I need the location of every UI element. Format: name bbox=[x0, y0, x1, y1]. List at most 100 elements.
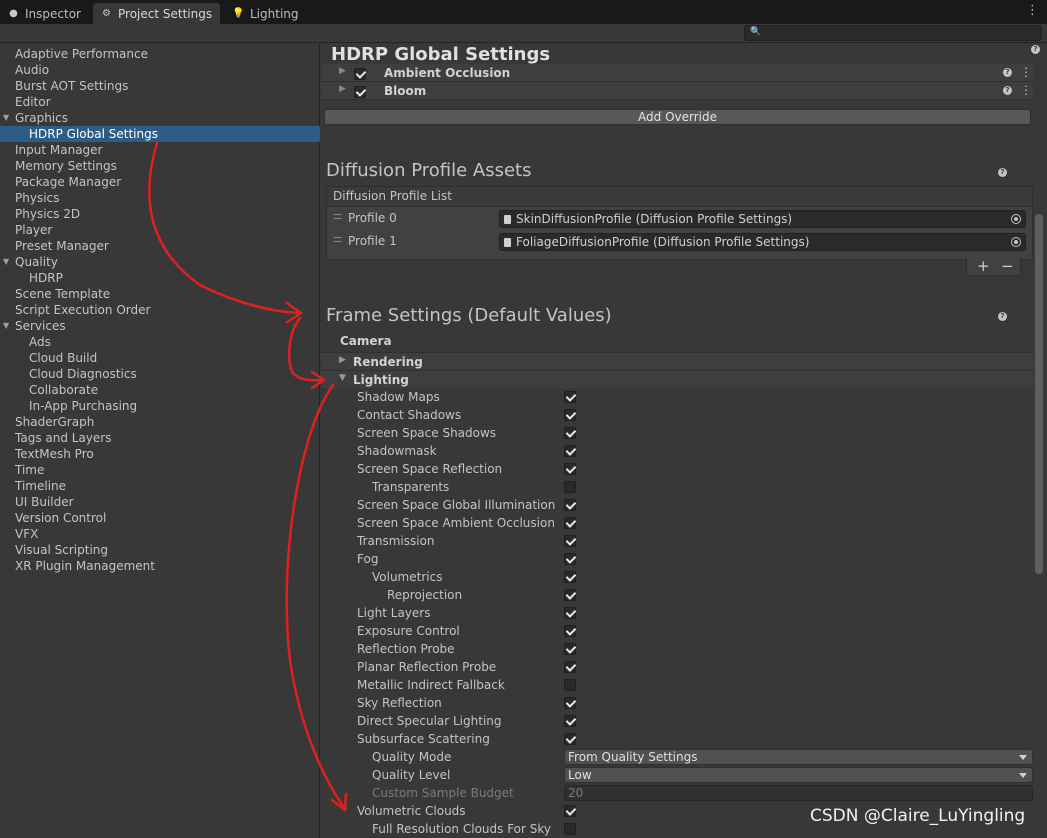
object-picker-icon[interactable] bbox=[1011, 214, 1021, 224]
diffusion-profile-row[interactable]: Profile 0 SkinDiffusionProfile (Diffusio… bbox=[327, 208, 1032, 230]
sidebar-item-graphics[interactable]: ▼ Graphics bbox=[0, 110, 320, 126]
sidebar-item-in-app-purchasing[interactable]: In-App Purchasing bbox=[0, 398, 320, 414]
sidebar-item-time[interactable]: Time bbox=[0, 462, 320, 478]
help-icon[interactable]: ? bbox=[998, 168, 1007, 177]
setting-checkbox[interactable] bbox=[564, 643, 576, 655]
sidebar-item-vfx[interactable]: VFX bbox=[0, 526, 320, 542]
diffusion-section-title: Diffusion Profile Assets bbox=[326, 160, 532, 181]
help-icon[interactable]: ? bbox=[1003, 68, 1012, 77]
setting-checkbox[interactable] bbox=[564, 499, 576, 511]
lighting-foldout[interactable]: ▼ Lighting bbox=[321, 370, 1034, 388]
tab-lighting[interactable]: 💡 Lighting bbox=[225, 3, 307, 24]
sidebar-item-collaborate[interactable]: Collaborate bbox=[0, 382, 320, 398]
setting-label: Transmission bbox=[357, 534, 435, 548]
sidebar-item-shadergraph[interactable]: ShaderGraph bbox=[0, 414, 320, 430]
sidebar-item-visual-scripting[interactable]: Visual Scripting bbox=[0, 542, 320, 558]
remove-item-button[interactable]: − bbox=[1001, 257, 1014, 275]
add-item-button[interactable]: + bbox=[977, 257, 990, 275]
rendering-foldout[interactable]: ▶ Rendering bbox=[321, 352, 1034, 370]
setting-checkbox[interactable] bbox=[564, 625, 576, 637]
setting-checkbox[interactable] bbox=[564, 427, 576, 439]
setting-checkbox[interactable] bbox=[564, 715, 576, 727]
foldout-collapsed-icon[interactable]: ▶ bbox=[339, 355, 346, 365]
sidebar-item-ads[interactable]: Ads bbox=[0, 334, 320, 350]
tab-inspector[interactable]: ● Inspector bbox=[0, 3, 89, 24]
sidebar-item-physics[interactable]: Physics bbox=[0, 190, 320, 206]
override-enabled-checkbox[interactable] bbox=[354, 86, 366, 98]
setting-checkbox[interactable] bbox=[564, 409, 576, 421]
drag-handle-icon[interactable] bbox=[334, 214, 342, 219]
vertical-scrollbar[interactable] bbox=[1035, 214, 1043, 574]
sidebar-item-audio[interactable]: Audio bbox=[0, 62, 320, 78]
setting-checkbox[interactable] bbox=[564, 391, 576, 403]
setting-checkbox[interactable] bbox=[564, 805, 576, 817]
foldout-expanded-icon[interactable]: ▼ bbox=[3, 254, 9, 270]
sidebar-item-script-execution-order[interactable]: Script Execution Order bbox=[0, 302, 320, 318]
sidebar-item-quality[interactable]: ▼ Quality bbox=[0, 254, 320, 270]
volume-override-ambient-occlusion[interactable]: ▶ Ambient Occlusion ? ⋮ bbox=[321, 64, 1033, 82]
frame-setting-planar-reflection-probe: Planar Reflection Probe bbox=[321, 658, 1034, 676]
setting-checkbox[interactable] bbox=[564, 733, 576, 745]
setting-checkbox[interactable] bbox=[564, 661, 576, 673]
sidebar-item-tags-and-layers[interactable]: Tags and Layers bbox=[0, 430, 320, 446]
add-override-button[interactable]: Add Override bbox=[324, 109, 1031, 125]
object-field[interactable]: SkinDiffusionProfile (Diffusion Profile … bbox=[499, 210, 1026, 228]
window-menu-kebab-icon[interactable]: ⋮ bbox=[1026, 4, 1039, 18]
sidebar-item-hdrp-global-settings[interactable]: HDRP Global Settings bbox=[0, 126, 320, 142]
setting-checkbox[interactable] bbox=[564, 697, 576, 709]
sidebar-item-cloud-build[interactable]: Cloud Build bbox=[0, 350, 320, 366]
override-enabled-checkbox[interactable] bbox=[354, 68, 366, 80]
sidebar-item-player[interactable]: Player bbox=[0, 222, 320, 238]
sidebar-item-timeline[interactable]: Timeline bbox=[0, 478, 320, 494]
sidebar-item-preset-manager[interactable]: Preset Manager bbox=[0, 238, 320, 254]
setting-checkbox[interactable] bbox=[564, 445, 576, 457]
quality-mode-dropdown[interactable]: From Quality Settings bbox=[564, 749, 1033, 765]
setting-checkbox[interactable] bbox=[564, 463, 576, 475]
override-label: Bloom bbox=[384, 84, 427, 98]
sidebar-item-package-manager[interactable]: Package Manager bbox=[0, 174, 320, 190]
setting-checkbox[interactable] bbox=[564, 517, 576, 529]
kebab-menu-icon[interactable]: ⋮ bbox=[1020, 84, 1032, 96]
sidebar-item-scene-template[interactable]: Scene Template bbox=[0, 286, 320, 302]
sidebar-item-ui-builder[interactable]: UI Builder bbox=[0, 494, 320, 510]
foldout-collapsed-icon[interactable]: ▶ bbox=[339, 84, 346, 94]
sidebar-item-label: Package Manager bbox=[15, 175, 122, 189]
sidebar-item-version-control[interactable]: Version Control bbox=[0, 510, 320, 526]
object-field[interactable]: FoliageDiffusionProfile (Diffusion Profi… bbox=[499, 233, 1026, 251]
sidebar-item-hdrp[interactable]: HDRP bbox=[0, 270, 320, 286]
setting-label: Custom Sample Budget bbox=[372, 786, 514, 800]
tab-project-settings[interactable]: ⚙ Project Settings bbox=[93, 3, 221, 24]
sidebar-item-textmesh-pro[interactable]: TextMesh Pro bbox=[0, 446, 320, 462]
object-picker-icon[interactable] bbox=[1011, 237, 1021, 247]
sidebar-item-editor[interactable]: Editor bbox=[0, 94, 320, 110]
help-icon[interactable]: ? bbox=[1003, 86, 1012, 95]
kebab-menu-icon[interactable]: ⋮ bbox=[1020, 66, 1032, 78]
sidebar-item-burst-aot[interactable]: Burst AOT Settings bbox=[0, 78, 320, 94]
foldout-expanded-icon[interactable]: ▼ bbox=[3, 318, 9, 334]
foldout-expanded-icon[interactable]: ▼ bbox=[3, 110, 9, 126]
sidebar-item-input-manager[interactable]: Input Manager bbox=[0, 142, 320, 158]
setting-checkbox[interactable] bbox=[564, 481, 576, 493]
setting-checkbox[interactable] bbox=[564, 535, 576, 547]
setting-checkbox[interactable] bbox=[564, 607, 576, 619]
sidebar-item-adaptive-performance[interactable]: Adaptive Performance bbox=[0, 46, 320, 62]
setting-checkbox[interactable] bbox=[564, 823, 576, 835]
setting-checkbox[interactable] bbox=[564, 553, 576, 565]
sidebar-item-cloud-diagnostics[interactable]: Cloud Diagnostics bbox=[0, 366, 320, 382]
sidebar-item-physics-2d[interactable]: Physics 2D bbox=[0, 206, 320, 222]
help-icon[interactable]: ? bbox=[1031, 45, 1040, 54]
setting-checkbox[interactable] bbox=[564, 571, 576, 583]
setting-checkbox[interactable] bbox=[564, 589, 576, 601]
quality-level-dropdown[interactable]: Low bbox=[564, 767, 1033, 783]
help-icon[interactable]: ? bbox=[998, 312, 1007, 321]
sidebar-item-services[interactable]: ▼ Services bbox=[0, 318, 320, 334]
setting-checkbox[interactable] bbox=[564, 679, 576, 691]
sidebar-item-memory-settings[interactable]: Memory Settings bbox=[0, 158, 320, 174]
sidebar-item-xr-plugin-management[interactable]: XR Plugin Management bbox=[0, 558, 320, 574]
foldout-collapsed-icon[interactable]: ▶ bbox=[339, 66, 346, 76]
diffusion-profile-row[interactable]: Profile 1 FoliageDiffusionProfile (Diffu… bbox=[327, 231, 1032, 253]
foldout-expanded-icon[interactable]: ▼ bbox=[339, 373, 346, 383]
volume-override-bloom[interactable]: ▶ Bloom ? ⋮ bbox=[321, 82, 1033, 100]
settings-search-input[interactable]: 🔍 bbox=[744, 25, 1042, 41]
drag-handle-icon[interactable] bbox=[334, 237, 342, 242]
